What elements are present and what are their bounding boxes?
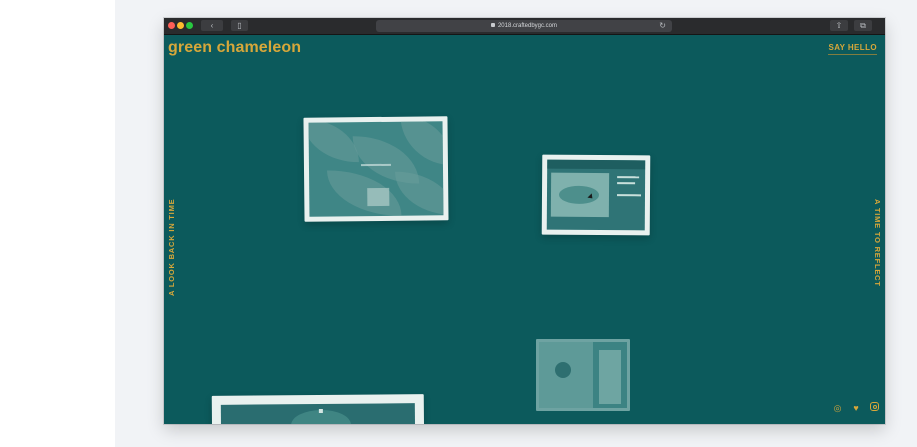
zoom-window-icon[interactable] (186, 22, 193, 29)
address-bar[interactable]: 2018.craftedbygc.com ↻ (376, 20, 672, 32)
site-logo[interactable]: green chameleon (168, 39, 301, 57)
project-thumbnail (539, 342, 627, 408)
look-back-in-time-link[interactable]: A LOOK BACK IN TIME (167, 199, 176, 296)
thumbnail-shape (555, 362, 571, 378)
thumbnail-text-line (617, 182, 636, 185)
thumbnail-block (599, 350, 621, 404)
thumbnail-text-line (617, 176, 640, 179)
leaf-shape (308, 121, 359, 163)
tabs-overview-button[interactable]: ⧉ (854, 20, 872, 31)
project-card-2[interactable] (541, 154, 651, 236)
say-hello-underline (828, 54, 877, 55)
project-card-4[interactable] (211, 394, 425, 424)
social-links: ◎ ♥ (828, 398, 879, 416)
lock-icon (490, 23, 495, 27)
instagram-icon[interactable] (870, 402, 879, 411)
browser-toolbar: ‹ ▯ 2018.craftedbygc.com ↻ ⇧ ⧉ (164, 18, 885, 35)
twitter-icon[interactable]: ♥ (852, 404, 861, 413)
back-button[interactable]: ‹ (201, 20, 223, 31)
dribbble-icon[interactable]: ◎ (833, 404, 842, 413)
minimize-window-icon[interactable] (177, 22, 184, 29)
share-button[interactable]: ⇧ (830, 20, 848, 31)
thumbnail-title-line (360, 163, 391, 167)
thumbnail-header (547, 159, 646, 170)
website-canvas[interactable]: green chameleon SAY HELLO A LOOK BACK IN… (164, 34, 885, 424)
project-thumbnail (308, 121, 444, 217)
say-hello-link[interactable]: SAY HELLO (828, 43, 877, 55)
sidebar-toggle-button[interactable]: ▯ (231, 20, 248, 31)
reload-icon[interactable]: ↻ (659, 20, 666, 32)
thumbnail-block (367, 187, 390, 207)
project-card-1[interactable] (303, 116, 449, 222)
leaf-shape (395, 171, 444, 216)
project-thumbnail (220, 403, 416, 424)
project-thumbnail (546, 159, 646, 231)
url-text: 2018.craftedbygc.com (497, 23, 558, 29)
thumbnail-text-line (616, 194, 642, 197)
browser-window: ‹ ▯ 2018.craftedbygc.com ↻ ⇧ ⧉ green cha… (164, 18, 885, 424)
project-card-3[interactable] (536, 339, 630, 411)
close-window-icon[interactable] (168, 22, 175, 29)
time-to-reflect-link[interactable]: A TIME TO REFLECT (873, 199, 882, 287)
thumbnail-dot (318, 408, 323, 413)
say-hello-label: SAY HELLO (828, 43, 877, 52)
